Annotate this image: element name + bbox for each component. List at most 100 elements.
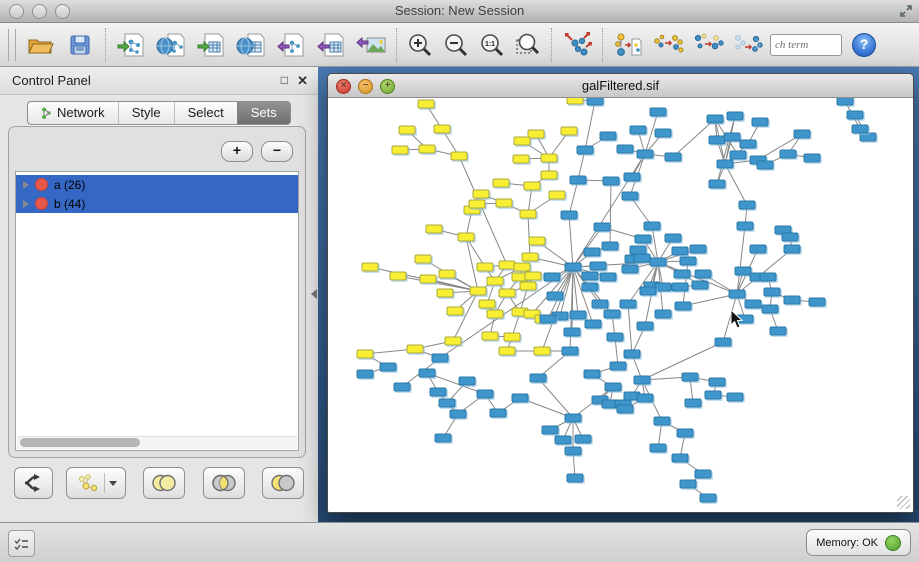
graph-node[interactable] bbox=[445, 337, 462, 346]
zoom-actual-size-button[interactable]: 1:1 bbox=[474, 26, 510, 64]
graph-node[interactable] bbox=[430, 388, 447, 397]
graph-node[interactable] bbox=[604, 310, 621, 319]
graph-node[interactable] bbox=[727, 112, 744, 121]
graph-node[interactable] bbox=[730, 151, 747, 160]
window-resize-grip[interactable] bbox=[897, 496, 910, 509]
graph-node[interactable] bbox=[487, 310, 504, 319]
graph-node[interactable] bbox=[764, 288, 781, 297]
graph-node[interactable] bbox=[582, 283, 599, 292]
import-network-url-button[interactable] bbox=[151, 26, 191, 64]
split-sets-button[interactable] bbox=[14, 467, 53, 499]
graph-node[interactable] bbox=[524, 182, 541, 191]
graph-node[interactable] bbox=[357, 370, 374, 379]
graph-node[interactable] bbox=[637, 150, 654, 159]
graph-node[interactable] bbox=[622, 192, 639, 201]
graph-node[interactable] bbox=[622, 265, 639, 274]
graph-node[interactable] bbox=[809, 298, 826, 307]
graph-node[interactable] bbox=[654, 417, 671, 426]
tab-sets[interactable]: Sets bbox=[237, 102, 290, 124]
graph-node[interactable] bbox=[477, 390, 494, 399]
graph-node[interactable] bbox=[420, 275, 437, 284]
graph-node[interactable] bbox=[695, 470, 712, 479]
graph-node[interactable] bbox=[504, 333, 521, 342]
disclosure-triangle-icon[interactable] bbox=[23, 181, 29, 189]
scrollbar-thumb[interactable] bbox=[20, 438, 140, 447]
graph-node[interactable] bbox=[561, 211, 578, 220]
network-canvas[interactable] bbox=[329, 98, 912, 511]
help-button[interactable]: ? bbox=[852, 33, 876, 57]
graph-node[interactable] bbox=[784, 245, 801, 254]
graph-node[interactable] bbox=[637, 394, 654, 403]
tab-style[interactable]: Style bbox=[118, 102, 174, 124]
graph-node[interactable] bbox=[585, 320, 602, 329]
graph-node[interactable] bbox=[685, 399, 702, 408]
set-row-b[interactable]: b (44) bbox=[16, 194, 298, 213]
union-sets-button[interactable] bbox=[143, 467, 185, 499]
graph-node[interactable] bbox=[770, 327, 787, 336]
graph-node[interactable] bbox=[590, 262, 607, 271]
graph-node[interactable] bbox=[727, 393, 744, 402]
disclosure-triangle-icon[interactable] bbox=[23, 200, 29, 208]
graph-node[interactable] bbox=[570, 311, 587, 320]
horizontal-scrollbar[interactable] bbox=[17, 436, 297, 449]
graph-node[interactable] bbox=[565, 414, 582, 423]
graph-node[interactable] bbox=[750, 245, 767, 254]
graph-node[interactable] bbox=[860, 133, 877, 142]
graph-node[interactable] bbox=[407, 345, 424, 354]
graph-node[interactable] bbox=[603, 177, 620, 186]
graph-node[interactable] bbox=[672, 283, 689, 292]
graph-node[interactable] bbox=[617, 145, 634, 154]
graph-node[interactable] bbox=[399, 126, 416, 135]
graph-node[interactable] bbox=[458, 233, 475, 242]
graph-node[interactable] bbox=[439, 270, 456, 279]
import-table-url-button[interactable] bbox=[231, 26, 271, 64]
nodes-from-file-button[interactable] bbox=[608, 26, 648, 64]
zoom-in-button[interactable] bbox=[402, 26, 438, 64]
graph-node[interactable] bbox=[435, 434, 452, 443]
graph-node[interactable] bbox=[602, 242, 619, 251]
graph-node[interactable] bbox=[782, 233, 799, 242]
graph-node[interactable] bbox=[655, 129, 672, 138]
graph-node[interactable] bbox=[665, 153, 682, 162]
graph-node[interactable] bbox=[490, 409, 507, 418]
graph-node[interactable] bbox=[520, 210, 537, 219]
graph-node[interactable] bbox=[499, 289, 516, 298]
graph-node[interactable] bbox=[570, 176, 587, 185]
graph-node[interactable] bbox=[450, 410, 467, 419]
fullscreen-icon[interactable] bbox=[899, 4, 913, 18]
graph-node[interactable] bbox=[674, 270, 691, 279]
tab-network[interactable]: Network bbox=[28, 102, 118, 124]
graph-node[interactable] bbox=[469, 200, 486, 209]
save-session-button[interactable] bbox=[60, 26, 100, 64]
graph-node[interactable] bbox=[650, 444, 667, 453]
graph-node[interactable] bbox=[675, 302, 692, 311]
graph-node[interactable] bbox=[513, 155, 530, 164]
intersect-sets-button[interactable] bbox=[203, 467, 245, 499]
graph-node[interactable] bbox=[672, 454, 689, 463]
graph-node[interactable] bbox=[592, 300, 609, 309]
graph-node[interactable] bbox=[434, 125, 451, 134]
graph-node[interactable] bbox=[705, 391, 722, 400]
graph-node[interactable] bbox=[565, 263, 582, 272]
graph-node[interactable] bbox=[470, 287, 487, 296]
graph-node[interactable] bbox=[459, 377, 476, 386]
graph-node[interactable] bbox=[739, 201, 756, 210]
select-neighbors-button[interactable] bbox=[648, 26, 688, 64]
close-window-button[interactable] bbox=[9, 4, 24, 19]
graph-node[interactable] bbox=[709, 378, 726, 387]
graph-node[interactable] bbox=[757, 161, 774, 170]
graph-node[interactable] bbox=[418, 100, 435, 109]
graph-node[interactable] bbox=[852, 125, 869, 134]
graph-node[interactable] bbox=[707, 115, 724, 124]
graph-node[interactable] bbox=[529, 237, 546, 246]
graph-node[interactable] bbox=[499, 347, 516, 356]
graph-node[interactable] bbox=[520, 282, 537, 291]
graph-node[interactable] bbox=[729, 290, 746, 299]
graph-node[interactable] bbox=[419, 145, 436, 154]
add-set-button[interactable]: + bbox=[221, 141, 253, 162]
graph-node[interactable] bbox=[439, 399, 456, 408]
graph-node[interactable] bbox=[544, 273, 561, 282]
close-view-button[interactable]: × bbox=[336, 79, 351, 94]
zoom-out-button[interactable] bbox=[438, 26, 474, 64]
graph-node[interactable] bbox=[542, 426, 559, 435]
